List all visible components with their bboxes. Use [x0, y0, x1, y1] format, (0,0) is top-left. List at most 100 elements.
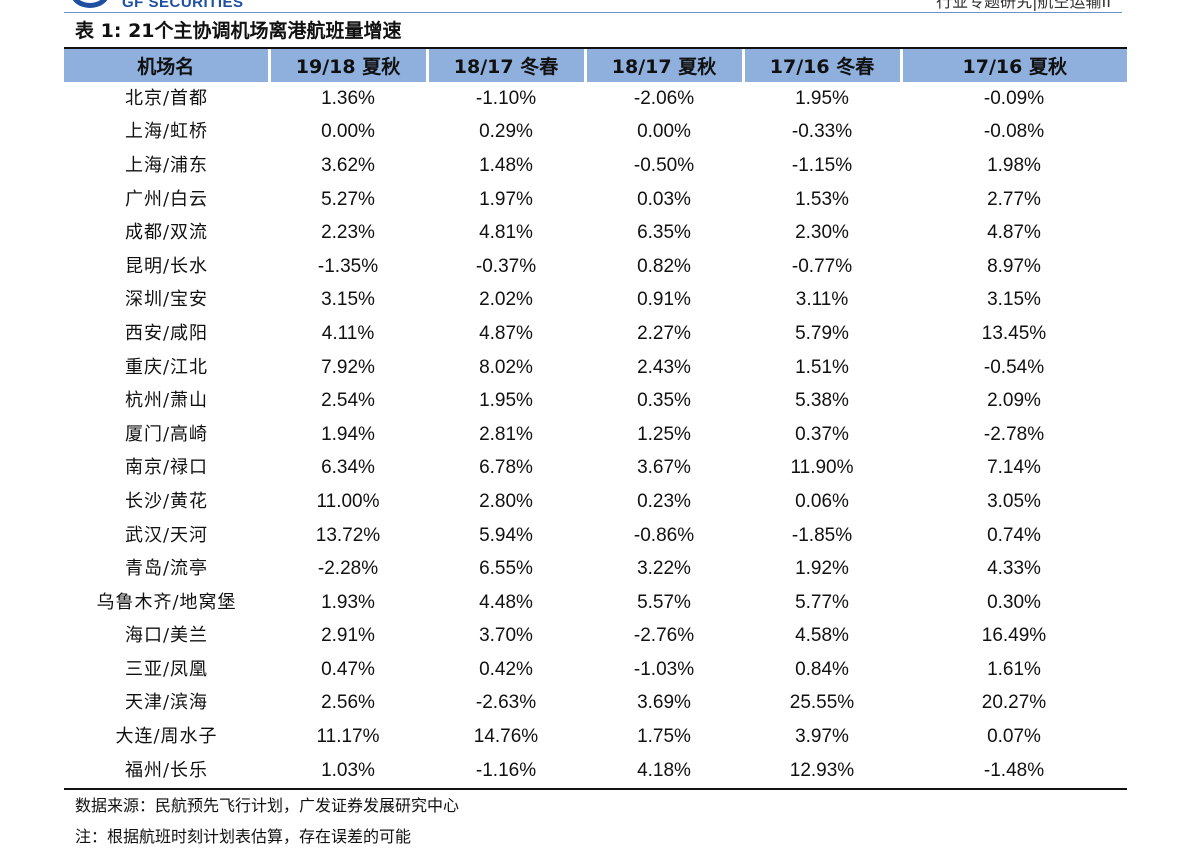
growth-rate-cell: 4.87% [479, 322, 533, 344]
growth-rate-cell: -2.06% [633, 87, 695, 109]
table-row: 西安/咸阳 4.11% 4.87% 2.27% 5.79% 13.45% [64, 317, 1127, 351]
growth-rate-cell: -0.09% [983, 87, 1045, 109]
report-category: 行业专题研究|航空运输II [936, 0, 1111, 11]
airport-name-cell: 成都/双流 [124, 222, 209, 244]
growth-rate-cell: 5.38% [795, 390, 849, 412]
growth-rate-cell: -0.50% [633, 154, 695, 176]
growth-rate-cell: 14.76% [473, 726, 539, 748]
growth-rate-cell: 3.22% [637, 558, 691, 580]
growth-rate-cell: 0.47% [321, 658, 375, 680]
growth-rate-cell: 5.79% [795, 322, 849, 344]
table-row: 广州/白云 5.27% 1.97% 0.03% 1.53% 2.77% [64, 183, 1127, 217]
growth-rate-cell: -0.33% [791, 121, 853, 143]
growth-rate-cell: 6.78% [479, 457, 533, 479]
airport-name-cell: 天津/滨海 [124, 692, 209, 714]
growth-rate-cell: 3.15% [321, 289, 375, 311]
growth-rate-cell: 0.00% [321, 121, 375, 143]
growth-rate-cell: 7.14% [987, 457, 1041, 479]
growth-rate-cell: 0.74% [987, 524, 1041, 546]
data-source-note: 数据来源：民航预先飞行计划，广发证券发展研究中心 [75, 796, 460, 815]
growth-rate-cell: 11.00% [316, 490, 380, 512]
growth-rate-cell: 2.23% [321, 222, 375, 244]
growth-rate-cell: 1.75% [637, 726, 691, 748]
growth-rate-cell: 12.93% [789, 759, 855, 781]
growth-rate-cell: 0.29% [479, 121, 533, 143]
table-row: 青岛/流亭 -2.28% 6.55% 3.22% 1.92% 4.33% [64, 552, 1127, 586]
growth-rate-cell: 1.98% [987, 154, 1041, 176]
airport-name-cell: 大连/周水子 [115, 726, 218, 748]
growth-rate-cell: 0.84% [795, 658, 849, 680]
airport-name-cell: 上海/浦东 [124, 154, 209, 176]
growth-rate-cell: 4.58% [795, 625, 849, 647]
airport-name-cell: 杭州/萧山 [124, 390, 209, 412]
table-row: 成都/双流 2.23% 4.81% 6.35% 2.30% 4.87% [64, 216, 1127, 250]
growth-rate-cell: 4.11% [321, 322, 375, 344]
growth-rate-cell: 0.91% [637, 289, 691, 311]
growth-rate-cell: 7.92% [321, 356, 375, 378]
airport-name-cell: 海口/美兰 [124, 625, 209, 647]
airport-name-cell: 深圳/宝安 [124, 289, 209, 311]
table-row: 上海/虹桥 0.00% 0.29% 0.00% -0.33% -0.08% [64, 116, 1127, 150]
table-row: 重庆/江北 7.92% 8.02% 2.43% 1.51% -0.54% [64, 351, 1127, 385]
table-row: 厦门/高崎 1.94% 2.81% 1.25% 0.37% -2.78% [64, 418, 1127, 452]
growth-rate-cell: 16.49% [981, 625, 1047, 647]
growth-rate-cell: -0.54% [983, 356, 1045, 378]
growth-rate-cell: 1.51% [795, 356, 849, 378]
growth-rate-cell: 1.93% [321, 591, 375, 613]
growth-rate-cell: -1.15% [791, 154, 853, 176]
growth-rate-cell: 0.23% [637, 490, 691, 512]
table-row: 北京/首都 1.36% -1.10% -2.06% 1.95% -0.09% [64, 82, 1127, 116]
airport-name-cell: 三亚/凤凰 [124, 658, 209, 680]
growth-rate-cell: 3.11% [795, 289, 849, 311]
growth-rate-cell: -1.85% [791, 524, 853, 546]
growth-rate-cell: -1.35% [317, 255, 379, 277]
growth-rate-cell: 3.70% [479, 625, 533, 647]
growth-rate-cell: 0.06% [795, 490, 849, 512]
airport-name-cell: 西安/咸阳 [124, 322, 209, 344]
growth-rate-cell: 2.02% [479, 289, 533, 311]
growth-rate-cell: 5.94% [479, 524, 533, 546]
growth-rate-cell: 1.36% [321, 87, 375, 109]
growth-rate-cell: 4.48% [479, 591, 533, 613]
growth-rate-cell: 1.25% [637, 423, 691, 445]
growth-rate-cell: -2.28% [317, 558, 379, 580]
table-row: 南京/禄口 6.34% 6.78% 3.67% 11.90% 7.14% [64, 452, 1127, 486]
column-header: 17/16 冬春 [741, 49, 901, 82]
column-header: 18/17 冬春 [425, 49, 585, 82]
growth-rate-cell: 0.07% [987, 726, 1041, 748]
gf-logo-icon [70, 0, 110, 8]
growth-rate-cell: 2.91% [321, 625, 375, 647]
growth-rate-cell: 4.81% [479, 222, 533, 244]
footnote: 注：根据航班时刻计划表估算，存在误差的可能 [75, 827, 412, 846]
growth-rate-cell: -0.86% [633, 524, 695, 546]
airport-name-cell: 昆明/长水 [124, 255, 209, 277]
table-row: 乌鲁木齐/地窝堡 1.93% 4.48% 5.57% 5.77% 0.30% [64, 586, 1127, 620]
table-row: 三亚/凤凰 0.47% 0.42% -1.03% 0.84% 1.61% [64, 653, 1127, 687]
column-header: 17/16 夏秋 [899, 49, 1127, 82]
growth-rate-cell: 8.97% [987, 255, 1041, 277]
growth-rate-cell: 0.35% [637, 390, 691, 412]
growth-rate-cell: -2.76% [633, 625, 695, 647]
growth-rate-cell: 13.45% [981, 322, 1047, 344]
growth-rate-cell: 3.67% [637, 457, 691, 479]
brand-name: GF SECURITIES [122, 0, 244, 11]
growth-rate-cell: 1.53% [795, 188, 849, 210]
table-bottom-rule [64, 788, 1127, 790]
table-body: 北京/首都 1.36% -1.10% -2.06% 1.95% -0.09% 上海/虹桥 0.… [64, 82, 1127, 787]
airport-growth-table: 机场名 19/18 夏秋 18/17 冬春 18/17 夏秋 17/16 冬春 17/16… [64, 49, 1127, 787]
table-row: 天津/滨海 2.56% -2.63% 3.69% 25.55% 20.27% [64, 687, 1127, 721]
airport-name-cell: 上海/虹桥 [124, 121, 209, 143]
airport-name-cell: 长沙/黄花 [124, 490, 209, 512]
growth-rate-cell: 1.92% [795, 558, 849, 580]
growth-rate-cell: 5.27% [321, 188, 375, 210]
growth-rate-cell: 0.03% [637, 188, 691, 210]
column-header: 19/18 夏秋 [267, 49, 427, 82]
growth-rate-cell: 1.97% [479, 188, 533, 210]
column-header: 18/17 夏秋 [583, 49, 743, 82]
growth-rate-cell: -0.08% [983, 121, 1045, 143]
growth-rate-cell: 3.69% [637, 692, 691, 714]
growth-rate-cell: 20.27% [981, 692, 1047, 714]
growth-rate-cell: 1.61% [987, 658, 1041, 680]
airport-name-cell: 厦门/高崎 [124, 423, 209, 445]
growth-rate-cell: 0.42% [479, 658, 533, 680]
